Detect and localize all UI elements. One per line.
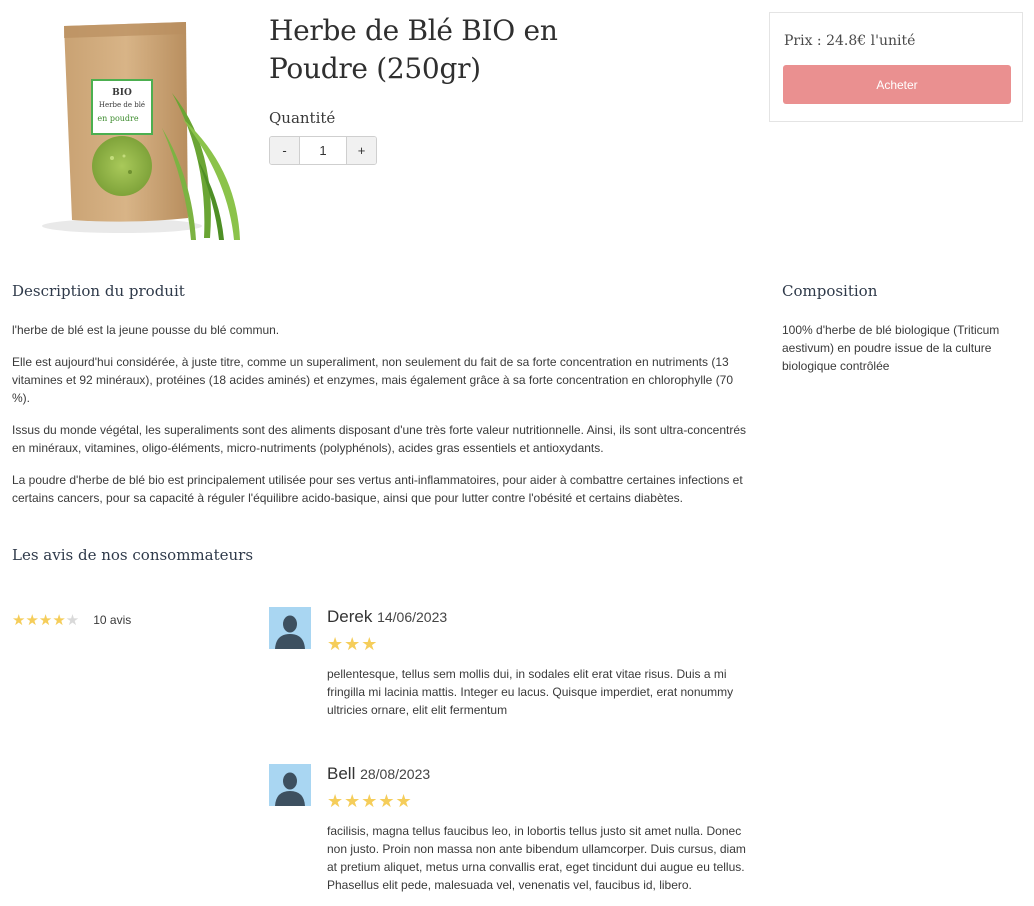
review-header: Derek 14/06/2023 [327, 607, 447, 627]
review-header: Bell 28/08/2023 [327, 764, 430, 784]
description-paragraph: La poudre d'herbe de blé bio est princip… [12, 473, 743, 505]
reviews-title: Les avis de nos consommateurs [12, 546, 254, 564]
summary-stars: ★★★★★ [12, 611, 79, 629]
quantity-label: Quantité [269, 109, 336, 127]
review-item: Bell 28/08/2023 ★★★★★ facilisis, magna t… [269, 764, 759, 904]
review-stars: ★★★★★ [327, 791, 413, 811]
rating-summary: ★★★★★ 10 avis [12, 611, 131, 629]
price-box: Prix : 24.8€ l'unité Acheter [769, 12, 1023, 122]
composition-title: Composition [782, 282, 878, 300]
product-title: Herbe de Blé BIO en Poudre (250gr) [269, 14, 558, 85]
review-date: 14/06/2023 [377, 609, 448, 625]
buy-button[interactable]: Acheter [783, 65, 1011, 104]
review-date: 28/08/2023 [360, 766, 431, 782]
quantity-increment-button[interactable]: + [347, 137, 376, 164]
package-label-bio: BIO [112, 88, 132, 98]
review-text: pellentesque, tellus sem mollis dui, in … [327, 667, 734, 717]
summary-stars-empty: ★ [65, 612, 80, 629]
review-stars: ★★★ [327, 634, 379, 654]
review-text: facilisis, magna tellus faucibus leo, in… [327, 824, 746, 892]
user-icon [275, 772, 305, 806]
review-author: Derek [327, 607, 373, 626]
review-author: Bell [327, 764, 356, 783]
summary-stars-filled: ★★★★ [12, 612, 66, 629]
price-text: Prix : 24.8€ l'unité [784, 33, 916, 49]
package-label-name: Herbe de blé [99, 101, 145, 109]
avatar [269, 764, 311, 806]
description-title: Description du produit [12, 282, 185, 300]
quantity-stepper: - + [269, 136, 377, 165]
description-paragraph: Issus du monde végétal, les superaliment… [12, 423, 747, 455]
review-count: 10 avis [93, 613, 132, 627]
description-paragraph: Elle est aujourd'hui considérée, à juste… [12, 355, 734, 405]
composition-text: 100% d'herbe de blé biologique (Triticum… [782, 323, 1000, 373]
quantity-input[interactable] [299, 137, 347, 164]
avatar [269, 607, 311, 649]
quantity-decrement-button[interactable]: - [270, 137, 299, 164]
review-item: Derek 14/06/2023 ★★★ pellentesque, tellu… [269, 607, 759, 737]
description-body: l'herbe de blé est la jeune pousse du bl… [12, 321, 752, 521]
product-image: BIO Herbe de blé en poudre [12, 8, 244, 240]
description-paragraph: l'herbe de blé est la jeune pousse du bl… [12, 323, 280, 337]
user-icon [275, 615, 305, 649]
package-label-type: en poudre [97, 114, 138, 123]
